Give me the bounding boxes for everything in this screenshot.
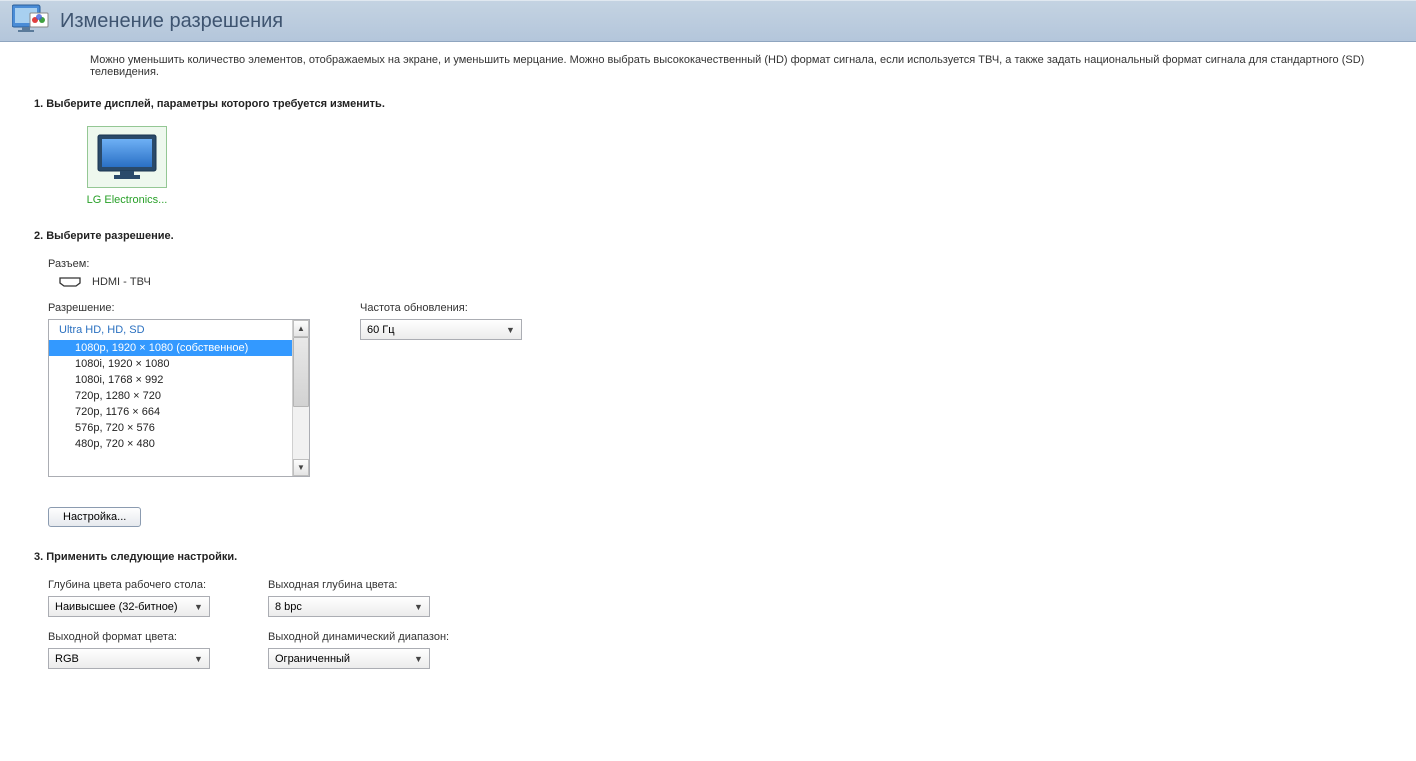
step1-title: 1. Выберите дисплей, параметры которого … (34, 98, 1382, 110)
resolution-item[interactable]: 480p, 720 × 480 (49, 436, 309, 452)
resolution-item[interactable]: 576p, 720 × 576 (49, 420, 309, 436)
scrollbar[interactable]: ▲ ▼ (292, 320, 309, 476)
resolution-item[interactable]: 1080i, 1768 × 992 (49, 372, 309, 388)
resolution-item[interactable]: 1080p, 1920 × 1080 (собственное) (49, 340, 309, 356)
display-selector[interactable]: LG Electronics... (82, 126, 172, 206)
chevron-down-icon: ▼ (191, 651, 206, 666)
resolution-listbox[interactable]: Ultra HD, HD, SD 1080p, 1920 × 1080 (соб… (48, 319, 310, 477)
color-depth-value: Наивысшее (32-битное) (55, 601, 178, 613)
chevron-down-icon: ▼ (191, 599, 206, 614)
monitor-icon (87, 126, 167, 188)
color-depth-label: Глубина цвета рабочего стола: (48, 579, 248, 591)
color-format-select[interactable]: RGB ▼ (48, 648, 210, 669)
color-depth-select[interactable]: Наивысшее (32-битное) ▼ (48, 596, 210, 617)
hdmi-icon (58, 277, 82, 287)
dynamic-range-select[interactable]: Ограниченный ▼ (268, 648, 430, 669)
display-label: LG Electronics... (87, 194, 168, 206)
output-depth-select[interactable]: 8 bpc ▼ (268, 596, 430, 617)
color-format-label: Выходной формат цвета: (48, 631, 248, 643)
page-title: Изменение разрешения (60, 10, 283, 33)
output-depth-value: 8 bpc (275, 601, 302, 613)
connector-value: HDMI - ТВЧ (92, 276, 151, 288)
header-bar: Изменение разрешения (0, 0, 1416, 42)
scroll-down-button[interactable]: ▼ (293, 459, 309, 476)
resolution-group: Ultra HD, HD, SD (49, 320, 309, 340)
color-format-value: RGB (55, 653, 79, 665)
step3-title: 3. Применить следующие настройки. (34, 551, 1382, 563)
chevron-down-icon: ▼ (411, 599, 426, 614)
connector-label: Разъем: (48, 258, 1382, 270)
page-description: Можно уменьшить количество элементов, от… (0, 42, 1416, 84)
chevron-down-icon: ▼ (503, 322, 518, 337)
refresh-rate-select[interactable]: 60 Гц ▼ (360, 319, 522, 340)
scroll-up-button[interactable]: ▲ (293, 320, 309, 337)
output-depth-label: Выходная глубина цвета: (268, 579, 468, 591)
chevron-down-icon: ▼ (411, 651, 426, 666)
dynamic-range-value: Ограниченный (275, 653, 350, 665)
scroll-thumb[interactable] (293, 337, 309, 407)
monitor-app-icon (12, 3, 50, 40)
resolution-item[interactable]: 720p, 1176 × 664 (49, 404, 309, 420)
customize-button[interactable]: Настройка... (48, 507, 141, 527)
dynamic-range-label: Выходной динамический диапазон: (268, 631, 468, 643)
step2-title: 2. Выберите разрешение. (34, 230, 1382, 242)
refresh-value: 60 Гц (367, 324, 395, 336)
resolution-label: Разрешение: (48, 302, 310, 314)
refresh-label: Частота обновления: (360, 302, 522, 314)
resolution-item[interactable]: 720p, 1280 × 720 (49, 388, 309, 404)
resolution-item[interactable]: 1080i, 1920 × 1080 (49, 356, 309, 372)
scroll-track[interactable] (293, 337, 309, 459)
